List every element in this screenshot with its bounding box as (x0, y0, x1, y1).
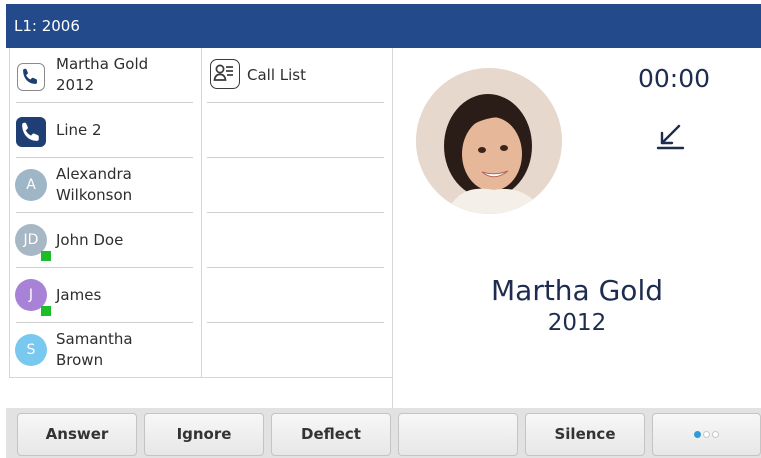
caller-photo (416, 68, 562, 214)
empty-softkey[interactable] (398, 413, 518, 456)
empty-key[interactable] (201, 158, 392, 213)
phone-solid-icon (16, 117, 46, 147)
avatar: S (15, 334, 47, 366)
page-dot-icon (703, 431, 710, 438)
programmable-key-list: Call List (201, 48, 392, 378)
contact-name: John Doe (56, 231, 124, 249)
line-title: L1: 2006 (14, 17, 80, 35)
caller-number: 2012 (547, 310, 607, 336)
call-list-icon (210, 59, 240, 89)
call-list-key[interactable]: Call List (201, 48, 392, 103)
call-name: Martha Gold 2012 (56, 55, 149, 94)
divider (392, 48, 393, 408)
contact-james[interactable]: J James (10, 268, 201, 323)
more-softkeys-button[interactable] (652, 413, 761, 456)
contact-samantha[interactable]: S Samantha Brown (10, 323, 201, 378)
line-key-active-call[interactable]: Martha Gold 2012 (10, 48, 201, 103)
empty-key[interactable] (201, 268, 392, 323)
avatar: A (15, 169, 47, 201)
contact-john-doe[interactable]: JD John Doe (10, 213, 201, 268)
contact-name: James (56, 286, 102, 304)
phone-outline-icon (17, 63, 45, 91)
empty-key[interactable] (201, 323, 392, 378)
call-timer: 00:00 (638, 64, 711, 93)
answer-button[interactable]: Answer (17, 413, 137, 456)
contact-name: Samantha Brown (56, 330, 133, 369)
page-dot-icon (712, 431, 719, 438)
incoming-arrow-icon (655, 120, 685, 150)
contact-name: Alexandra Wilkonson (56, 165, 133, 204)
line-key-line-2[interactable]: Line 2 (10, 103, 201, 158)
page-dot-active-icon (694, 431, 701, 438)
deflect-button[interactable]: Deflect (271, 413, 391, 456)
silence-button[interactable]: Silence (525, 413, 645, 456)
presence-available-icon (41, 251, 51, 261)
presence-available-icon (41, 306, 51, 316)
ignore-button[interactable]: Ignore (144, 413, 264, 456)
line-key-label: Line 2 (56, 121, 102, 139)
status-header: L1: 2006 (6, 4, 761, 48)
line-key-label: Martha Gold 2012 (56, 54, 148, 96)
empty-key[interactable] (201, 103, 392, 158)
empty-key[interactable] (201, 213, 392, 268)
caller-name: Martha Gold (491, 274, 663, 307)
line-key-list: Martha Gold 2012 Line 2 A Alexandra Wilk… (9, 48, 202, 378)
contact-alexandra[interactable]: A Alexandra Wilkonson (10, 158, 201, 213)
call-list-label: Call List (247, 66, 306, 84)
